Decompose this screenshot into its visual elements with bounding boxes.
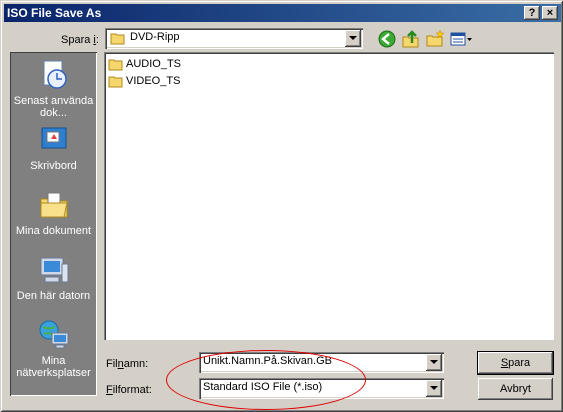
filename-dropdown-button[interactable] bbox=[426, 354, 442, 371]
place-label: Mina nätverksplatser bbox=[16, 355, 91, 379]
place-my-computer[interactable]: Den här datorn bbox=[10, 254, 97, 302]
file-name: AUDIO_TS bbox=[126, 58, 182, 70]
cancel-button[interactable]: Avbryt bbox=[478, 378, 553, 400]
place-label: Den här datorn bbox=[16, 290, 91, 302]
help-button[interactable]: ? bbox=[524, 6, 540, 20]
save-dialog: ISO File Save As ? × Spara i: DVD-Ripp S… bbox=[0, 0, 563, 412]
new-folder-icon[interactable] bbox=[425, 29, 445, 49]
view-menu-icon[interactable] bbox=[449, 29, 473, 49]
filetype-value: Standard ISO File (*.iso) bbox=[203, 381, 323, 393]
places-bar: Senast använda dok... Skrivbord Mina dok… bbox=[10, 52, 97, 396]
save-in-label: Spara i: bbox=[61, 34, 99, 46]
place-my-documents[interactable]: Mina dokument bbox=[10, 189, 97, 237]
place-label: Skrivbord bbox=[30, 160, 77, 172]
folder-open-icon bbox=[110, 33, 125, 45]
window-title: ISO File Save As bbox=[7, 6, 102, 20]
save-in-value: DVD-Ripp bbox=[130, 31, 180, 43]
title-bar: ISO File Save As bbox=[4, 4, 561, 22]
save-button[interactable]: Spara bbox=[477, 351, 554, 375]
folder-icon bbox=[108, 76, 123, 88]
filetype-dropdown-button[interactable] bbox=[426, 380, 442, 397]
back-icon[interactable] bbox=[377, 29, 397, 49]
filename-value: Unikt.Namn.På.Skivan.GB bbox=[203, 355, 332, 367]
filetype-label: Filformat: bbox=[106, 384, 152, 396]
recent-documents-icon bbox=[43, 60, 67, 89]
close-button[interactable]: × bbox=[542, 6, 558, 20]
my-documents-icon bbox=[40, 192, 68, 218]
save-in-dropdown[interactable]: DVD-Ripp bbox=[105, 28, 363, 49]
place-label: Mina dokument bbox=[15, 225, 92, 237]
place-desktop[interactable]: Skrivbord bbox=[10, 124, 97, 172]
desktop-icon bbox=[41, 127, 66, 149]
filename-label: Filnamn: bbox=[106, 358, 149, 370]
list-item[interactable]: AUDIO_TS bbox=[108, 57, 181, 71]
place-network[interactable]: Mina nätverksplatser bbox=[10, 319, 97, 379]
filename-input[interactable]: Unikt.Namn.På.Skivan.GB bbox=[199, 352, 444, 373]
place-recent[interactable]: Senast använda dok... bbox=[10, 59, 97, 119]
folder-icon bbox=[108, 59, 123, 71]
up-one-level-icon[interactable] bbox=[401, 29, 421, 49]
my-computer-icon bbox=[40, 257, 68, 283]
save-in-dropdown-button[interactable] bbox=[345, 30, 361, 47]
list-item[interactable]: VIDEO_TS bbox=[108, 74, 180, 88]
file-list[interactable]: AUDIO_TS VIDEO_TS bbox=[104, 52, 554, 340]
file-name: VIDEO_TS bbox=[126, 75, 181, 87]
place-label: Senast använda dok... bbox=[13, 95, 94, 119]
network-places-icon bbox=[39, 320, 68, 349]
filetype-select[interactable]: Standard ISO File (*.iso) bbox=[199, 378, 444, 399]
